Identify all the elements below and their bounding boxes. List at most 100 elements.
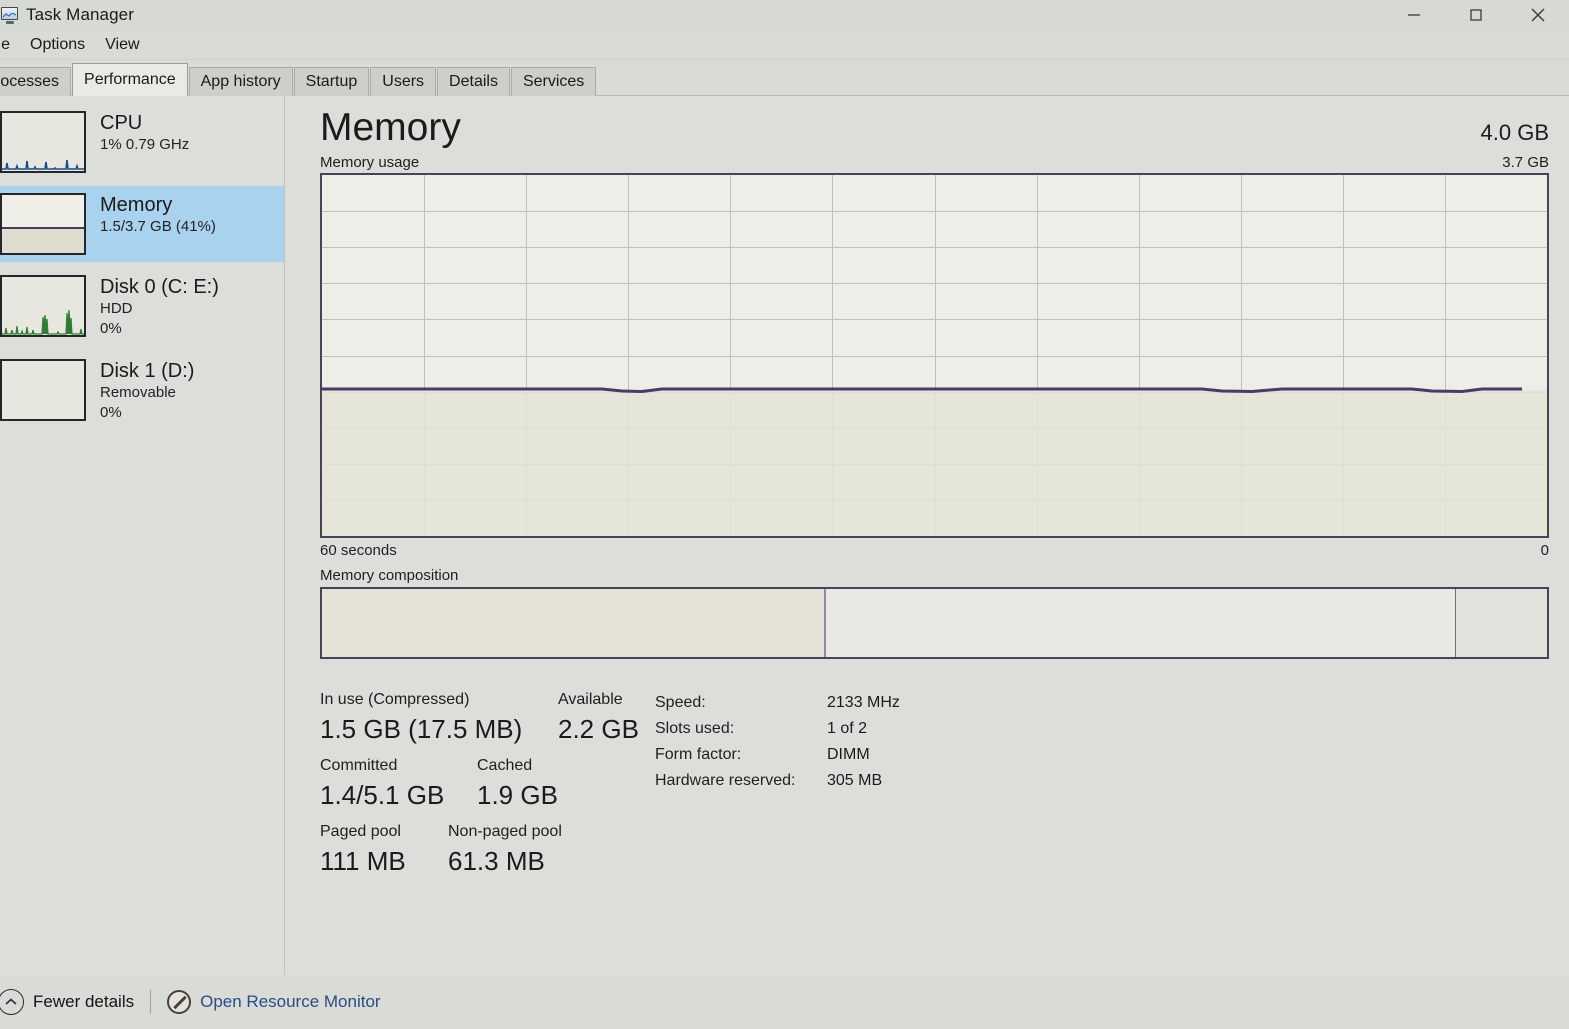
menu-bar: ile Options View xyxy=(0,30,1569,60)
sidebar-item-disk0[interactable]: Disk 0 (C: E:) HDD 0% xyxy=(0,268,284,346)
tab-strip: rocesses Performance App history Startup… xyxy=(0,60,1569,96)
composition-segment-standby[interactable] xyxy=(824,589,1456,657)
sidebar-item-memory[interactable]: Memory 1.5/3.7 GB (41%) xyxy=(0,186,284,262)
maximize-button[interactable] xyxy=(1445,0,1507,30)
content-body: CPU 1% 0.79 GHz Memory 1.5/3.7 GB (41%) xyxy=(0,96,1569,975)
stat-row-pools: Paged pool 111 MB Non-paged pool 61.3 MB xyxy=(320,821,650,879)
tab-details[interactable]: Details xyxy=(437,67,510,96)
cpu-mini-graph xyxy=(0,111,86,173)
spec-key: Form factor: xyxy=(655,746,742,763)
memory-usage-graph[interactable] xyxy=(320,173,1549,538)
memory-mini-graph xyxy=(0,193,86,255)
minimize-button[interactable] xyxy=(1383,0,1445,30)
spec-value: 305 MB xyxy=(827,772,883,789)
tab-processes[interactable]: rocesses xyxy=(0,67,72,96)
stat-paged-pool: Paged pool 111 MB xyxy=(320,821,448,879)
sidebar-item-disk1[interactable]: Disk 1 (D:) Removable 0% xyxy=(0,352,284,430)
graph-label: Memory usage xyxy=(320,154,420,171)
composition-segment-in-use[interactable] xyxy=(322,589,825,657)
stat-cached: Cached 1.9 GB xyxy=(477,755,558,813)
stat-row-inuse-available: In use (Compressed) 1.5 GB (17.5 MB) Ava… xyxy=(320,689,650,747)
title-bar: Task Manager xyxy=(0,0,1569,30)
window-title: Task Manager xyxy=(26,5,134,24)
footer-divider xyxy=(150,990,152,1014)
sidebar-item-sub2: 0% xyxy=(100,320,122,337)
spec-key: Speed: xyxy=(655,694,706,711)
menu-options[interactable]: Options xyxy=(20,33,95,57)
open-resource-monitor-link[interactable]: Open Resource Monitor xyxy=(167,990,381,1014)
stat-value: 1.9 GB xyxy=(477,780,558,810)
stat-value: 61.3 MB xyxy=(448,846,545,876)
graph-y-max: 3.7 GB xyxy=(1502,154,1549,171)
stat-value: 111 MB xyxy=(320,846,406,876)
stat-committed: Committed 1.4/5.1 GB xyxy=(320,755,477,813)
sidebar-item-title: Disk 1 (D:) xyxy=(100,360,195,382)
memory-composition-bar[interactable] xyxy=(320,587,1549,659)
chevron-up-icon xyxy=(0,989,24,1015)
sidebar-item-sub: 1% 0.79 GHz xyxy=(100,136,190,153)
tab-app-history[interactable]: App history xyxy=(188,67,293,96)
tab-performance[interactable]: Performance xyxy=(72,63,188,96)
disk1-mini-graph xyxy=(0,359,86,421)
stat-label: Paged pool xyxy=(320,823,401,840)
stat-label: Cached xyxy=(477,757,533,774)
sidebar-item-title: Disk 0 (C: E:) xyxy=(100,276,219,298)
tab-users[interactable]: Users xyxy=(370,67,437,96)
graph-usage-line xyxy=(322,387,1522,394)
graph-time-zero: 0 xyxy=(1540,542,1549,559)
sidebar-item-title: CPU xyxy=(100,112,143,134)
tab-label: Performance xyxy=(84,71,176,88)
memory-specs: Speed: 2133 MHz Slots used: 1 of 2 Form … xyxy=(650,689,900,887)
stat-label: In use (Compressed) xyxy=(320,691,470,708)
menu-view[interactable]: View xyxy=(95,33,149,57)
sidebar-item-sub: 1.5/3.7 GB (41%) xyxy=(100,218,216,235)
tab-services[interactable]: Services xyxy=(510,67,597,96)
tab-startup[interactable]: Startup xyxy=(293,67,370,96)
spec-key: Slots used: xyxy=(655,720,735,737)
stat-label: Available xyxy=(558,691,623,708)
stat-in-use: In use (Compressed) 1.5 GB (17.5 MB) xyxy=(320,689,558,747)
sidebar-item-sub: Removable xyxy=(100,384,176,401)
window-controls xyxy=(1383,0,1569,30)
tab-label: rocesses xyxy=(0,73,60,90)
stat-value: 2.2 GB xyxy=(558,714,639,744)
memory-panel: Memory 4.0 GB Memory usage 3.7 GB 60 sec… xyxy=(285,96,1569,975)
spec-row-hardware-reserved: Hardware reserved: 305 MB xyxy=(655,768,900,794)
stat-available: Available 2.2 GB xyxy=(558,689,639,747)
sidebar-item-sub: HDD xyxy=(100,300,133,317)
sidebar-item-sub2: 0% xyxy=(100,404,122,421)
page-title: Memory xyxy=(320,106,461,149)
stat-value: 1.5 GB (17.5 MB) xyxy=(320,714,523,744)
spec-value: 1 of 2 xyxy=(827,720,868,737)
sidebar-item-title: Memory xyxy=(100,194,173,216)
stat-nonpaged-pool: Non-paged pool 61.3 MB xyxy=(448,821,562,879)
fewer-details-button[interactable]: Fewer details xyxy=(0,989,135,1015)
tab-label: Services xyxy=(522,73,585,90)
tab-label: Users xyxy=(382,73,425,90)
resource-sidebar: CPU 1% 0.79 GHz Memory 1.5/3.7 GB (41%) xyxy=(0,96,285,975)
status-bar: Fewer details Open Resource Monitor xyxy=(0,975,1569,1029)
graph-area-fill xyxy=(322,387,1547,536)
tab-label: Startup xyxy=(305,73,358,90)
tab-label: App history xyxy=(200,73,281,90)
stats-left-column: In use (Compressed) 1.5 GB (17.5 MB) Ava… xyxy=(320,689,650,887)
menu-file[interactable]: ile xyxy=(0,33,20,57)
graph-header: Memory usage 3.7 GB xyxy=(320,154,1549,171)
fewer-details-label: Fewer details xyxy=(33,992,135,1011)
task-manager-icon xyxy=(0,6,20,24)
panel-header: Memory 4.0 GB xyxy=(320,104,1549,152)
composition-label: Memory composition xyxy=(320,567,459,584)
composition-segment-free[interactable] xyxy=(1455,589,1547,657)
graph-time-span: 60 seconds xyxy=(320,542,397,559)
spec-row-speed: Speed: 2133 MHz xyxy=(655,690,900,716)
spec-row-slots-used: Slots used: 1 of 2 xyxy=(655,716,900,742)
stat-label: Non-paged pool xyxy=(448,823,562,840)
task-manager-window: Task Manager ile Options View rocesses P… xyxy=(0,0,1569,1029)
resource-monitor-icon xyxy=(167,990,192,1014)
close-button[interactable] xyxy=(1507,0,1569,30)
memory-total: 4.0 GB xyxy=(1480,120,1549,145)
stat-value: 1.4/5.1 GB xyxy=(320,780,445,810)
sidebar-item-cpu[interactable]: CPU 1% 0.79 GHz xyxy=(0,104,284,180)
tab-label: Details xyxy=(449,73,498,90)
graph-time-axis: 60 seconds 0 xyxy=(320,542,1549,559)
